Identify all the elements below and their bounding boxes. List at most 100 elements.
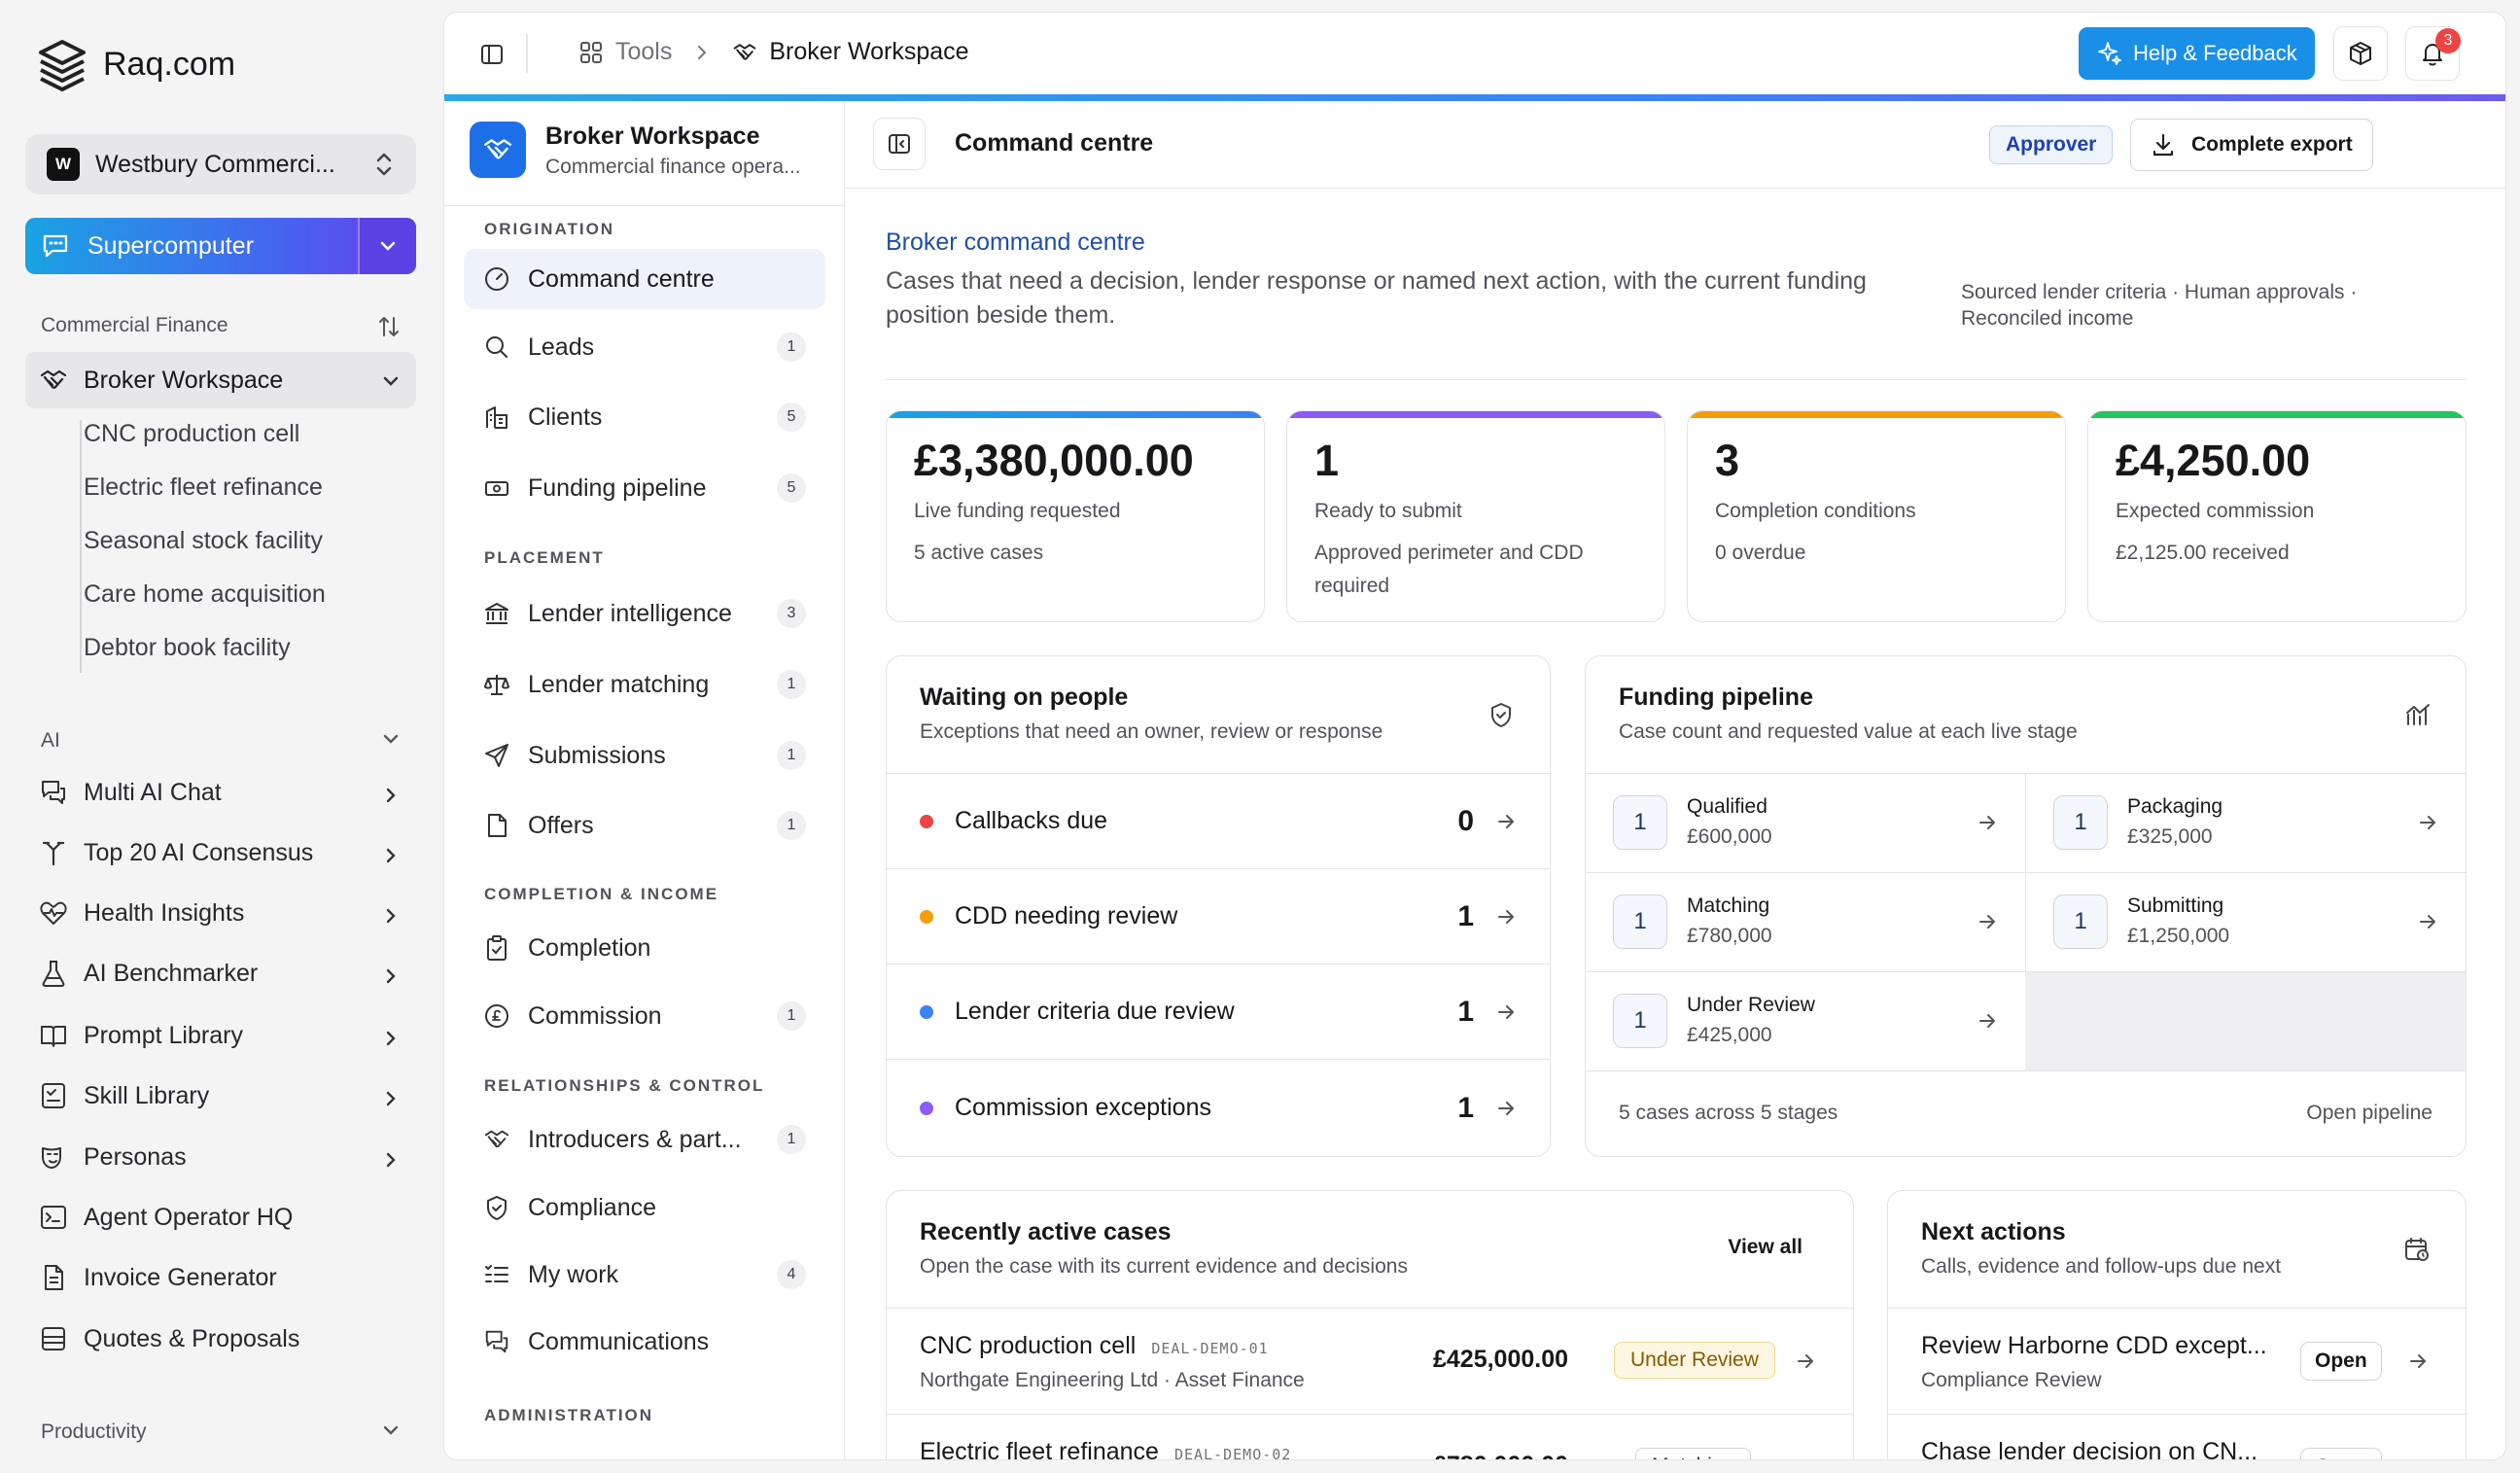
row-count: 1 (1457, 1091, 1474, 1124)
sidebar-item-skill-library[interactable]: Skill Library (39, 1081, 401, 1110)
help-feedback-button[interactable]: Help & Feedback (2079, 27, 2315, 80)
banknote-icon (485, 481, 508, 496)
stage-qualified[interactable]: 1 Qualified £600,000 (1613, 795, 2002, 850)
stage-matching[interactable]: 1 Matching £780,000 (1613, 894, 2002, 949)
org-switcher[interactable]: W Westbury Commerci... (25, 134, 416, 194)
brand[interactable]: Raq.com (35, 37, 235, 91)
sidebar-item-agent-operator-hq[interactable]: Agent Operator HQ (39, 1203, 401, 1232)
app-sidebar: Raq.com W Westbury Commerci... Supercomp… (0, 0, 443, 1473)
nav-item-lender-intelligence[interactable]: Lender intelligence 3 (464, 583, 825, 644)
nav-item-label: Clients (528, 403, 603, 431)
sidebar-item-ai-benchmarker[interactable]: AI Benchmarker (39, 959, 401, 988)
help-label: Help & Feedback (2133, 41, 2297, 65)
sidebar-case-debtor-book[interactable]: Debtor book facility (84, 634, 291, 662)
supercomputer-dropdown[interactable] (358, 218, 416, 274)
chevron-right-icon (386, 1091, 396, 1106)
stage-name: Under Review (1687, 994, 1815, 1016)
workspace-subtitle: Commercial finance opera... (545, 156, 801, 178)
open-button[interactable]: Open (2300, 1448, 2382, 1459)
nav-item-label: Communications (528, 1327, 710, 1355)
divider (1586, 872, 2466, 873)
action-subtitle: Compliance Review (1921, 1369, 2102, 1391)
status-dot (920, 1101, 933, 1115)
next-action-row[interactable]: Review Harborne CDD except... Compliance… (1888, 1309, 2466, 1414)
waiting-row-cdd[interactable]: CDD needing review 1 (887, 868, 1550, 964)
nav-item-command-centre[interactable]: Command centre (464, 249, 825, 309)
nav-item-funding-pipeline[interactable]: Funding pipeline 5 (464, 458, 825, 518)
sidebar-item-top-20-ai-consensus[interactable]: Top 20 AI Consensus (39, 838, 401, 867)
toggle-sidebar-button[interactable] (479, 42, 505, 67)
sidebar-item-quotes-proposals[interactable]: Quotes & Proposals (39, 1324, 401, 1353)
supercomputer-button[interactable]: Supercomputer (25, 218, 416, 274)
chevron-up-down-icon (376, 153, 392, 176)
stage-packaging[interactable]: 1 Packaging £325,000 (2053, 795, 2442, 850)
stage-submitting[interactable]: 1 Submitting £1,250,000 (2053, 894, 2442, 949)
hero-meta: Sourced lender criteria · Human approval… (1961, 281, 2358, 330)
collapse-nav-button[interactable] (873, 118, 926, 170)
sidebar-toggle-icon (481, 45, 503, 64)
nav-item-leads[interactable]: Leads 1 (464, 317, 825, 377)
nav-item-completion[interactable]: Completion (464, 918, 825, 978)
nav-item-lender-matching[interactable]: Lender matching 1 (464, 654, 825, 715)
stat-card-expected-commission[interactable]: £4,250.00 Expected commission £2,125.00 … (2087, 410, 2467, 622)
merge-icon (42, 841, 65, 866)
sidebar-item-prompt-library[interactable]: Prompt Library (39, 1021, 401, 1050)
commercial-finance-section[interactable]: Commercial Finance (41, 314, 401, 337)
waiting-row-callbacks[interactable]: Callbacks due 0 (887, 773, 1550, 868)
stage-value: £425,000 (1687, 1024, 1772, 1046)
stat-card-ready-to-submit[interactable]: 1 Ready to submit Approved perimeter and… (1286, 410, 1665, 622)
open-pipeline-link[interactable]: Open pipeline (2306, 1102, 2432, 1125)
sidebar-item-personas[interactable]: Personas (39, 1142, 401, 1172)
nav-item-submissions[interactable]: Submissions 1 (464, 725, 825, 786)
open-button[interactable]: Open (2300, 1342, 2382, 1381)
count-badge: 5 (777, 473, 806, 503)
nav-item-offers[interactable]: Offers 1 (464, 795, 825, 856)
grid-icon (580, 41, 602, 63)
ai-section[interactable]: AI (41, 729, 401, 753)
stage-under-review[interactable]: 1 Under Review £425,000 (1613, 994, 2002, 1048)
stage-value: £600,000 (1687, 825, 1772, 848)
nav-item-introducers[interactable]: Introducers & part... 1 (464, 1109, 825, 1170)
view-all-button[interactable]: View all (1728, 1236, 1802, 1259)
sidebar-case-cnc[interactable]: CNC production cell (84, 420, 299, 448)
nav-item-communications[interactable]: Communications (464, 1312, 825, 1372)
next-action-row[interactable]: Chase lender decision on CN... Open (1888, 1415, 2466, 1459)
sidebar-case-seasonal-stock[interactable]: Seasonal stock facility (84, 527, 323, 555)
waiting-row-lender-criteria[interactable]: Lender criteria due review 1 (887, 964, 1550, 1059)
sidebar-case-care-home[interactable]: Care home acquisition (84, 580, 326, 609)
nav-item-commission[interactable]: Commission 1 (464, 986, 825, 1046)
download-icon (2152, 133, 2174, 157)
case-stage-badge: Matching (1635, 1448, 1752, 1459)
next-actions-panel: Next actions Calls, evidence and follow-… (1887, 1190, 2467, 1459)
breadcrumb-tools[interactable]: Tools (615, 38, 672, 66)
case-row-electric-fleet[interactable]: Electric fleet refinance DEAL-DEMO-02 £7… (887, 1415, 1853, 1460)
stage-count: 1 (1613, 894, 1667, 949)
handshake-icon (40, 369, 67, 389)
case-row-cnc[interactable]: CNC production cell DEAL-DEMO-01 Northga… (887, 1309, 1853, 1414)
stat-accent (1688, 411, 2065, 418)
divider (526, 34, 528, 73)
nav-item-my-work[interactable]: My work 4 (464, 1245, 825, 1305)
sidebar-item-health-insights[interactable]: Health Insights (39, 898, 401, 928)
chevron-right-icon (386, 908, 396, 924)
stat-card-completion-conditions[interactable]: 3 Completion conditions 0 overdue (1687, 410, 2066, 622)
list-check-icon (485, 1265, 508, 1282)
cube-button[interactable] (2333, 26, 2388, 81)
productivity-section[interactable]: Productivity (41, 1420, 401, 1444)
sidebar-item-invoice-generator[interactable]: Invoice Generator (39, 1263, 401, 1292)
sidebar-case-electric-fleet[interactable]: Electric fleet refinance (84, 473, 323, 502)
nav-item-clients[interactable]: Clients 5 (464, 387, 825, 447)
case-code: DEAL-DEMO-01 (1151, 1340, 1269, 1357)
section-label: Productivity (41, 1420, 147, 1443)
sidebar-item-multi-ai-chat[interactable]: Multi AI Chat (39, 778, 401, 807)
workspace-nav: Broker Workspace Commercial finance oper… (444, 101, 845, 1459)
waiting-row-commission[interactable]: Commission exceptions 1 (887, 1059, 1550, 1156)
stat-sub: £2,125.00 received (2116, 542, 2290, 564)
complete-export-button[interactable]: Complete export (2130, 119, 2373, 171)
stat-card-live-funding[interactable]: £3,380,000.00 Live funding requested 5 a… (886, 410, 1265, 622)
hero-title: Broker command centre (886, 228, 1145, 256)
case-name: Electric fleet refinance (920, 1438, 1159, 1460)
sidebar-item-broker-workspace[interactable]: Broker Workspace (25, 352, 416, 408)
notifications-button[interactable]: 3 (2405, 26, 2461, 81)
nav-item-compliance[interactable]: Compliance (464, 1177, 825, 1238)
